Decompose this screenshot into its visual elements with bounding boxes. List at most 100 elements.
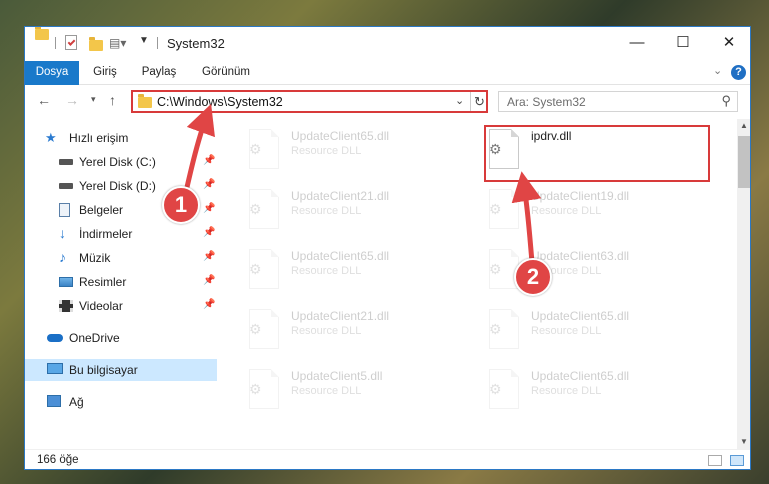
search-box[interactable]: Ara: System32 ⚲ (498, 91, 738, 112)
maximize-button[interactable]: ☐ (660, 27, 706, 59)
file-item[interactable]: ⚙ UpdateClient21.dll Resource DLL (243, 307, 483, 363)
file-name: UpdateClient19.dll (531, 189, 630, 203)
sidebar-item-label: Resimler (79, 275, 127, 289)
tab-file[interactable]: Dosya (25, 61, 79, 85)
file-explorer-window: ▤▾ ▼ System32 — ☐ ✕ Dosya Giriş Paylaş G… (24, 26, 751, 470)
ribbon-expand-icon[interactable]: ⌄ (713, 64, 722, 77)
scroll-up-icon[interactable]: ▲ (740, 121, 748, 130)
scroll-down-icon[interactable]: ▼ (740, 437, 748, 446)
callout-step-2: 2 (514, 258, 552, 296)
file-description: Resource DLL (531, 325, 602, 337)
customize-toolbar-icon[interactable]: ▤▾ (109, 36, 126, 52)
file-name: UpdateClient65.dll (291, 249, 390, 263)
file-name: UpdateClient65.dll (291, 129, 390, 143)
folder-icon (138, 94, 152, 108)
file-item[interactable]: ⚙ UpdateClient65.dll Resource DLL (483, 367, 723, 423)
file-name: UpdateClient5.dll (291, 369, 383, 383)
separator (55, 37, 56, 49)
address-path[interactable]: C:\Windows\System32 (157, 95, 283, 109)
search-icon[interactable]: ⚲ (721, 93, 731, 109)
gear-icon: ⚙ (249, 261, 262, 277)
address-bar[interactable]: C:\Windows\System32 ⌄ ↻ (131, 90, 488, 113)
sidebar-item-label: Yerel Disk (C:) (79, 155, 156, 169)
file-item[interactable]: ⚙ UpdateClient5.dll Resource DLL (243, 367, 483, 423)
separator (157, 37, 158, 49)
gear-icon: ⚙ (489, 201, 502, 217)
folder-icon (35, 27, 49, 40)
file-name: UpdateClient21.dll (291, 309, 390, 323)
computer-icon (47, 363, 63, 374)
tab-home[interactable]: Giriş (87, 61, 123, 85)
pictures-icon (59, 277, 73, 287)
minimize-button[interactable]: — (614, 27, 660, 59)
sidebar-item-this-pc[interactable]: Bu bilgisayar (25, 359, 217, 381)
new-folder-icon[interactable] (89, 37, 103, 51)
close-button[interactable]: ✕ (706, 27, 750, 59)
music-icon: ♪ (59, 249, 66, 265)
sidebar-item-pictures[interactable]: Resimler 📌 (25, 271, 217, 293)
navigation-pane: ★ Hızlı erişim Yerel Disk (C:) 📌 Yerel D… (25, 119, 219, 449)
title-bar: ▤▾ ▼ System32 — ☐ ✕ (25, 27, 750, 61)
video-icon (59, 300, 73, 312)
status-bar: 166 öğe (25, 449, 750, 469)
tab-share[interactable]: Paylaş (137, 61, 181, 85)
cloud-icon (47, 334, 63, 342)
forward-icon[interactable]: → (65, 92, 79, 108)
file-item[interactable]: ⚙ UpdateClient65.dll Resource DLL (243, 127, 483, 183)
drive-icon (59, 183, 73, 189)
help-icon[interactable]: ? (731, 65, 746, 80)
vertical-scrollbar[interactable]: ▲ ▼ (737, 119, 750, 449)
gear-icon: ⚙ (489, 381, 502, 397)
sidebar-item-label: Belgeler (79, 203, 124, 217)
sidebar-item-onedrive[interactable]: OneDrive (25, 327, 217, 349)
sidebar-item-label: Bu bilgisayar (69, 363, 138, 377)
tab-view[interactable]: Görünüm (195, 61, 257, 85)
file-description: Resource DLL (291, 265, 362, 277)
file-item[interactable]: ⚙ UpdateClient19.dll Resource DLL (483, 187, 723, 243)
properties-icon[interactable] (65, 35, 77, 50)
pin-icon[interactable]: 📌 (203, 299, 215, 310)
file-item[interactable]: ⚙ UpdateClient65.dll Resource DLL (243, 247, 483, 303)
pin-icon[interactable]: 📌 (203, 179, 215, 190)
network-icon (47, 395, 61, 407)
scrollbar-thumb[interactable] (738, 136, 750, 188)
pin-icon[interactable]: 📌 (203, 227, 215, 238)
file-item[interactable]: ⚙ UpdateClient21.dll Resource DLL (243, 187, 483, 243)
qat-dropdown-icon[interactable]: ▼ (139, 35, 149, 51)
sidebar-item-downloads[interactable]: ↓ İndirmeler 📌 (25, 223, 217, 245)
file-item[interactable]: ⚙ UpdateClient65.dll Resource DLL (483, 307, 723, 363)
pin-icon[interactable]: 📌 (203, 251, 215, 262)
gear-icon: ⚙ (489, 321, 502, 337)
up-icon[interactable]: ↑ (109, 92, 116, 108)
sidebar-item-label: Müzik (79, 251, 111, 265)
file-highlight-box (484, 125, 710, 182)
sidebar-item-label: Ağ (69, 395, 84, 409)
callout-step-1: 1 (162, 186, 200, 224)
sidebar-item-music[interactable]: ♪ Müzik 📌 (25, 247, 217, 269)
refresh-icon[interactable]: ↻ (470, 92, 488, 111)
pin-icon[interactable]: 📌 (203, 203, 215, 214)
star-icon: ★ (45, 130, 57, 145)
sidebar-item-quick-access[interactable]: ★ Hızlı erişim (25, 127, 217, 149)
sidebar-item-network[interactable]: Ağ (25, 391, 217, 413)
recent-locations-icon[interactable]: ▾ (91, 94, 96, 105)
window-title: System32 (167, 36, 225, 51)
pin-icon[interactable]: 📌 (203, 275, 215, 286)
file-description: Resource DLL (531, 205, 602, 217)
back-icon[interactable]: ← (37, 92, 51, 108)
gear-icon: ⚙ (249, 321, 262, 337)
file-description: Resource DLL (291, 145, 362, 157)
sidebar-item-videos[interactable]: Videolar 📌 (25, 295, 217, 317)
file-description: Resource DLL (291, 205, 362, 217)
sidebar-item-label: Videolar (79, 299, 123, 313)
pin-icon[interactable]: 📌 (203, 155, 215, 166)
documents-icon (59, 203, 70, 217)
details-view-icon[interactable] (708, 455, 722, 466)
file-name: UpdateClient63.dll (531, 249, 630, 263)
item-count: 166 öğe (37, 454, 79, 466)
search-placeholder[interactable]: Ara: System32 (507, 95, 586, 109)
large-icons-view-icon[interactable] (730, 455, 744, 466)
sidebar-item-local-disk-c[interactable]: Yerel Disk (C:) 📌 (25, 151, 217, 173)
address-dropdown-icon[interactable]: ⌄ (455, 94, 464, 107)
gear-icon: ⚙ (249, 201, 262, 217)
